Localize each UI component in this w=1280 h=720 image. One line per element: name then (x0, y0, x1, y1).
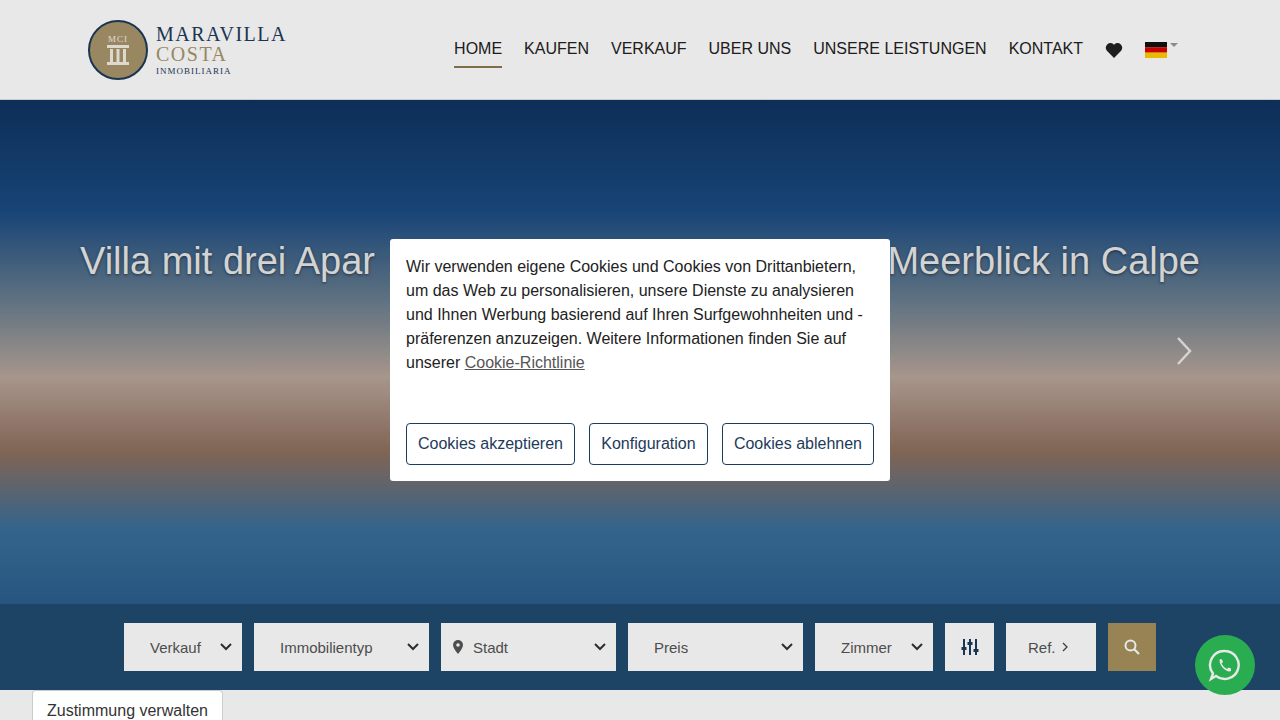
page: MCI MARAVILLA COSTA INMOBILIARIA HOMEKAU… (0, 0, 1280, 720)
consent-tab[interactable]: Zustimmung verwalten (32, 690, 223, 720)
cookie-button[interactable]: Cookies ablehnen (722, 423, 874, 465)
cookie-button[interactable]: Cookies akzeptieren (406, 423, 575, 465)
cookie-dialog: Wir verwenden eigene Cookies und Cookies… (390, 239, 890, 481)
modal-backdrop: Wir verwenden eigene Cookies und Cookies… (0, 0, 1280, 720)
cookie-policy-link[interactable]: Cookie-Richtlinie (465, 354, 585, 371)
cookie-text: Wir verwenden eigene Cookies und Cookies… (406, 255, 874, 375)
cookie-button[interactable]: Konfiguration (589, 423, 707, 465)
